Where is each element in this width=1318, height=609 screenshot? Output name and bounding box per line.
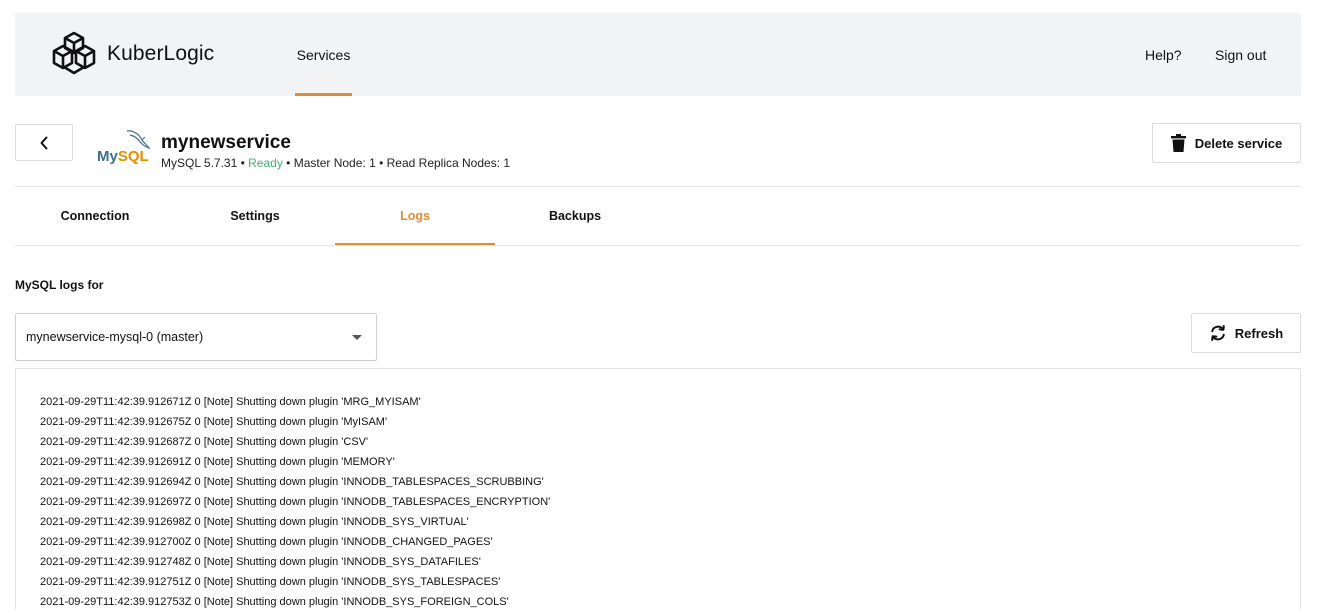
tab-logs[interactable]: Logs: [335, 187, 495, 245]
brand-name: KuberLogic: [107, 42, 215, 65]
mysql-logo-text: MySQL: [97, 148, 149, 165]
log-line: 2021-09-29T11:42:39.912687Z 0 [Note] Shu…: [40, 436, 369, 448]
tab-settings[interactable]: Settings: [175, 187, 335, 245]
log-line: 2021-09-29T11:42:39.912698Z 0 [Note] Shu…: [40, 516, 469, 528]
refresh-button[interactable]: Refresh: [1191, 313, 1301, 353]
mysql-logo-icon: MySQL: [97, 130, 151, 165]
refresh-label: Refresh: [1234, 325, 1284, 341]
replica-node-count: Read Replica Nodes: 1: [386, 156, 511, 170]
meta-separator: •: [282, 156, 294, 170]
log-line: 2021-09-29T11:42:39.912691Z 0 [Note] Shu…: [40, 456, 395, 468]
log-output[interactable]: 2021-09-29T11:42:39.912671Z 0 [Note] Shu…: [15, 368, 1301, 609]
top-navigation-bar: KuberLogic Services Help? Sign out: [15, 13, 1301, 96]
cubes-logo-icon: [52, 31, 96, 75]
divider: [15, 245, 1301, 246]
logs-for-label: MySQL logs for: [15, 278, 104, 292]
help-link[interactable]: Help?: [1145, 13, 1182, 96]
nav-services[interactable]: Services: [295, 13, 352, 96]
log-line: 2021-09-29T11:42:39.912694Z 0 [Note] Shu…: [40, 476, 544, 488]
service-version: MySQL 5.7.31: [161, 156, 238, 170]
log-line: 2021-09-29T11:42:39.912697Z 0 [Note] Shu…: [40, 496, 551, 508]
back-button[interactable]: [15, 124, 73, 161]
sign-out-link[interactable]: Sign out: [1215, 13, 1266, 96]
tab-backups[interactable]: Backups: [495, 187, 655, 245]
log-line: 2021-09-29T11:42:39.912671Z 0 [Note] Shu…: [40, 396, 421, 408]
log-line: 2021-09-29T11:42:39.912748Z 0 [Note] Shu…: [40, 556, 481, 568]
tab-connection[interactable]: Connection: [15, 187, 175, 245]
instance-select[interactable]: mynewservice-mysql-0 (master): [15, 313, 377, 361]
meta-separator: •: [237, 156, 249, 170]
log-line: 2021-09-29T11:42:39.912675Z 0 [Note] Shu…: [40, 416, 388, 428]
meta-separator: •: [375, 156, 387, 170]
master-node-count: Master Node: 1: [293, 156, 376, 170]
chevron-left-icon: [40, 136, 48, 149]
caret-down-icon: [352, 335, 362, 340]
log-line: 2021-09-29T11:42:39.912700Z 0 [Note] Shu…: [40, 536, 493, 548]
log-line: 2021-09-29T11:42:39.912753Z 0 [Note] Shu…: [40, 596, 509, 608]
log-line: 2021-09-29T11:42:39.912751Z 0 [Note] Shu…: [40, 576, 501, 588]
service-meta: MySQL 5.7.31 • Ready • Master Node: 1 • …: [161, 156, 510, 170]
trash-icon: [1170, 134, 1186, 152]
status-badge: Ready: [248, 156, 283, 170]
instance-select-value: mynewservice-mysql-0 (master): [26, 330, 204, 344]
brand-logo[interactable]: KuberLogic: [50, 30, 214, 78]
delete-service-label: Delete service: [1194, 135, 1283, 151]
service-name: mynewservice: [161, 132, 291, 153]
refresh-icon: [1210, 325, 1225, 341]
delete-service-button[interactable]: Delete service: [1152, 123, 1301, 163]
